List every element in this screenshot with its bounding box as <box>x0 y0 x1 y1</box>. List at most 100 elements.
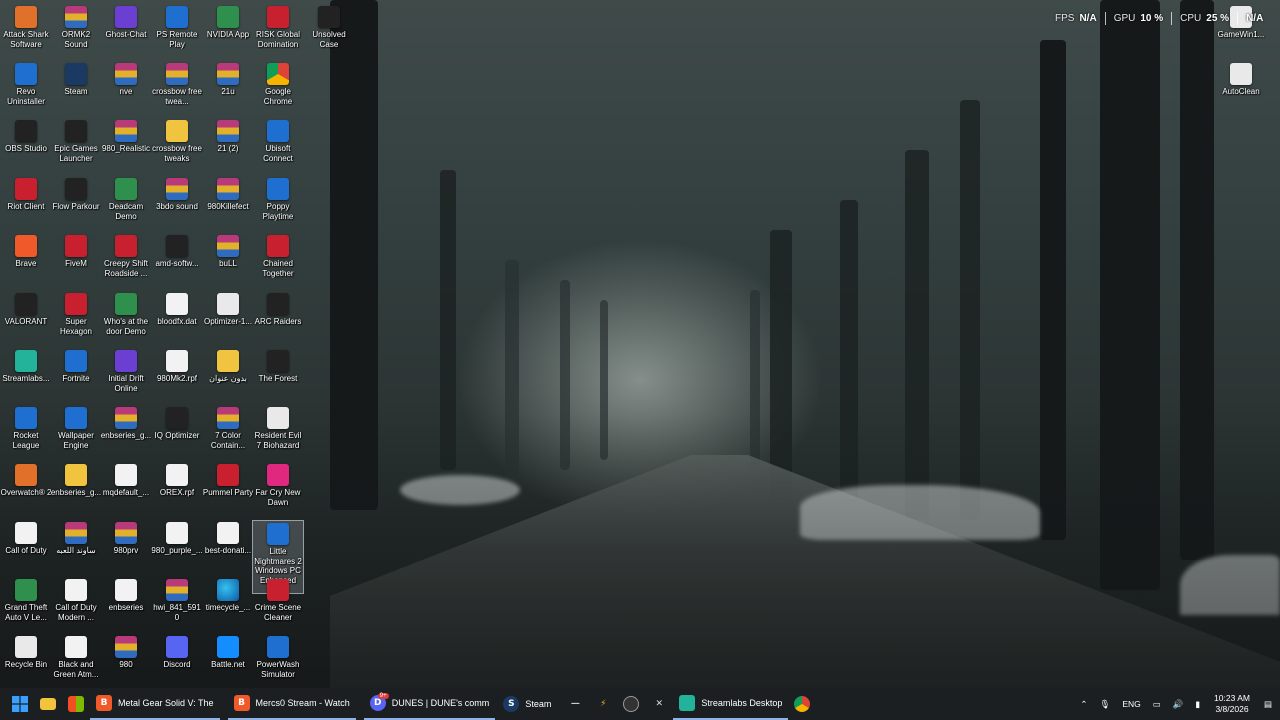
taskbar-app-streamlabs[interactable]: Streamlabs Desktop <box>673 688 789 720</box>
desktop-icon[interactable]: OREX.rpf <box>151 462 203 518</box>
desktop-icon[interactable]: buLL <box>202 233 254 289</box>
desktop-icon[interactable]: The Forest <box>252 348 304 404</box>
desktop-icon[interactable]: OBS Studio <box>0 118 52 174</box>
desktop-icon[interactable]: Wallpaper Engine <box>50 405 102 461</box>
desktop-icon[interactable]: bloodfx.dat <box>151 291 203 347</box>
desktop-icon[interactable]: 980Mk2.rpf <box>151 348 203 404</box>
desktop-icon[interactable]: Unsolved Case <box>303 4 355 60</box>
desktop-icon[interactable]: crossbow free twea... <box>151 61 203 117</box>
archive-icon <box>115 120 137 142</box>
desktop-icon[interactable]: ORMK2 Sound <box>50 4 102 60</box>
desktop-icon[interactable]: Chained Together <box>252 233 304 289</box>
desktop-icon[interactable]: Attack Shark Software <box>0 4 52 60</box>
desktop-icon[interactable]: Google Chrome <box>252 61 304 117</box>
desktop-icon[interactable]: Brave <box>0 233 52 289</box>
desktop-icon[interactable]: بدون عنوان <box>202 348 254 404</box>
chevron-up-icon[interactable]: ⌃ <box>1080 699 1087 710</box>
desktop-icon[interactable]: crossbow free tweaks <box>151 118 203 174</box>
desktop-icon[interactable]: 7 Color Contain... <box>202 405 254 461</box>
taskbar-app-metal-gear[interactable]: B Metal Gear Solid V: The <box>90 688 220 720</box>
desktop-icon[interactable]: Initial Drift Online <box>100 348 152 404</box>
desktop-icon[interactable]: Fortnite <box>50 348 102 404</box>
taskbar-app-steam[interactable]: S Steam <box>497 688 557 720</box>
taskbar-app-minus[interactable]: — <box>561 688 589 720</box>
desktop-icon[interactable]: Creepy Shift Roadside ... <box>100 233 152 289</box>
volume-icon[interactable]: 🔊 <box>1173 699 1184 710</box>
desktop-icon[interactable]: 21u <box>202 61 254 117</box>
desktop-icon[interactable]: enbseries_g... <box>50 462 102 518</box>
desktop-icon[interactable]: Super Hexagon <box>50 291 102 347</box>
desktop-icon[interactable]: mqdefault_... <box>100 462 152 518</box>
desktop-icon[interactable]: 980_purple_... <box>151 520 203 576</box>
desktop-icon[interactable]: best-donati... <box>202 520 254 576</box>
taskbar-app-mercs-stream[interactable]: B Mercs0 Stream - Watch <box>227 688 356 720</box>
taskbar-app-xbox[interactable]: ✕ <box>645 688 673 720</box>
desktop-icon[interactable]: 980prv <box>100 520 152 576</box>
desktop-icon[interactable]: Who's at the door Demo <box>100 291 152 347</box>
language-indicator[interactable]: ENG <box>1122 699 1140 709</box>
desktop-icon[interactable]: 980_Realistic <box>100 118 152 174</box>
start-button[interactable] <box>0 688 34 720</box>
desktop-icon-label: 21u <box>221 87 235 96</box>
desktop-icon[interactable]: Battle.net <box>202 634 254 690</box>
desktop-icon[interactable]: Crime Scene Cleaner <box>252 577 304 633</box>
desktop-icon-label: 980_Realistic <box>101 144 151 153</box>
desktop-icon[interactable]: Far Cry New Dawn <box>252 462 304 518</box>
desktop-icon[interactable]: nve <box>100 61 152 117</box>
taskbar-app-chrome[interactable] <box>788 688 816 720</box>
taskbar-app-discord[interactable]: D 9+ DUNES | DUNE's comm <box>363 688 496 720</box>
desktop-icon[interactable]: ساوند اللعبه <box>50 520 102 576</box>
desktop-icon[interactable]: Overwatch® 2 <box>0 462 52 518</box>
desktop-icon[interactable]: PowerWash Simulator <box>252 634 304 690</box>
desktop-icon[interactable]: IQ Optimizer <box>151 405 203 461</box>
desktop-icon[interactable]: Deadcam Demo <box>100 176 152 232</box>
desktop-icon[interactable]: Ubisoft Connect <box>252 118 304 174</box>
battery-icon[interactable]: ▮ <box>1195 699 1200 710</box>
file-explorer-button[interactable] <box>34 688 62 720</box>
desktop-icon[interactable]: enbseries <box>100 577 152 633</box>
desktop-icon[interactable]: RISK Global Domination <box>252 4 304 60</box>
desktop-icon[interactable]: Revo Uninstaller <box>0 61 52 117</box>
network-icon[interactable]: ▭ <box>1153 699 1161 710</box>
desktop-icon[interactable]: Epic Games Launcher <box>50 118 102 174</box>
desktop-icon[interactable]: Call of Duty Modern ... <box>50 577 102 633</box>
taskbar-app-shark[interactable]: ⚡ <box>589 688 617 720</box>
notification-icon[interactable]: ▤ <box>1264 699 1272 710</box>
desktop-icon[interactable]: Discord <box>151 634 203 690</box>
desktop-icon[interactable]: 21 (2) <box>202 118 254 174</box>
desktop-icon-label: 980_purple_... <box>151 546 203 555</box>
desktop-icon[interactable]: FiveM <box>50 233 102 289</box>
desktop-icon[interactable]: hwi_841_5910 <box>151 577 203 633</box>
clock[interactable]: 10:23 AM 3/8/2026 <box>1214 693 1250 715</box>
desktop-icon[interactable]: Streamlabs... <box>0 348 52 404</box>
desktop-icon[interactable]: PS Remote Play <box>151 4 203 60</box>
desktop-icon[interactable]: Recycle Bin <box>0 634 52 690</box>
store-button[interactable] <box>62 688 90 720</box>
desktop-icon[interactable]: Grand Theft Auto V Le... <box>0 577 52 633</box>
desktop-icon[interactable]: 980 <box>100 634 152 690</box>
desktop-icon[interactable]: Ghost-Chat <box>100 4 152 60</box>
desktop-icon[interactable]: 3bdo sound <box>151 176 203 232</box>
desktop-icon[interactable]: amd-softw... <box>151 233 203 289</box>
desktop-icon[interactable]: Riot Client <box>0 176 52 232</box>
desktop-icon[interactable]: Resident Evil 7 Biohazard <box>252 405 304 461</box>
minus-icon: — <box>570 699 580 709</box>
desktop-icon[interactable]: 980Killefect <box>202 176 254 232</box>
desktop-icon[interactable]: Steam <box>50 61 102 117</box>
desktop-icon[interactable]: AutoClean <box>1215 61 1267 117</box>
desktop-icon[interactable]: Rocket League <box>0 405 52 461</box>
desktop-icon[interactable]: VALORANT <box>0 291 52 347</box>
desktop-icon[interactable]: enbseries_g... <box>100 405 152 461</box>
desktop-icon[interactable]: Call of Duty <box>0 520 52 576</box>
desktop-icon-label: Crime Scene Cleaner <box>254 603 302 622</box>
desktop-icon[interactable]: timecycle_... <box>202 577 254 633</box>
desktop-icon[interactable]: NVIDIA App <box>202 4 254 60</box>
desktop-icon[interactable]: Pummel Party <box>202 462 254 518</box>
microphone-icon[interactable]: 🎙 <box>1100 699 1111 710</box>
desktop-icon[interactable]: ARC Raiders <box>252 291 304 347</box>
desktop-icon[interactable]: Black and Green Atm... <box>50 634 102 690</box>
desktop-icon[interactable]: Flow Parkour <box>50 176 102 232</box>
desktop-icon[interactable]: Poppy Playtime <box>252 176 304 232</box>
taskbar-app-obs[interactable] <box>617 688 645 720</box>
desktop-icon[interactable]: Optimizer-1... <box>202 291 254 347</box>
